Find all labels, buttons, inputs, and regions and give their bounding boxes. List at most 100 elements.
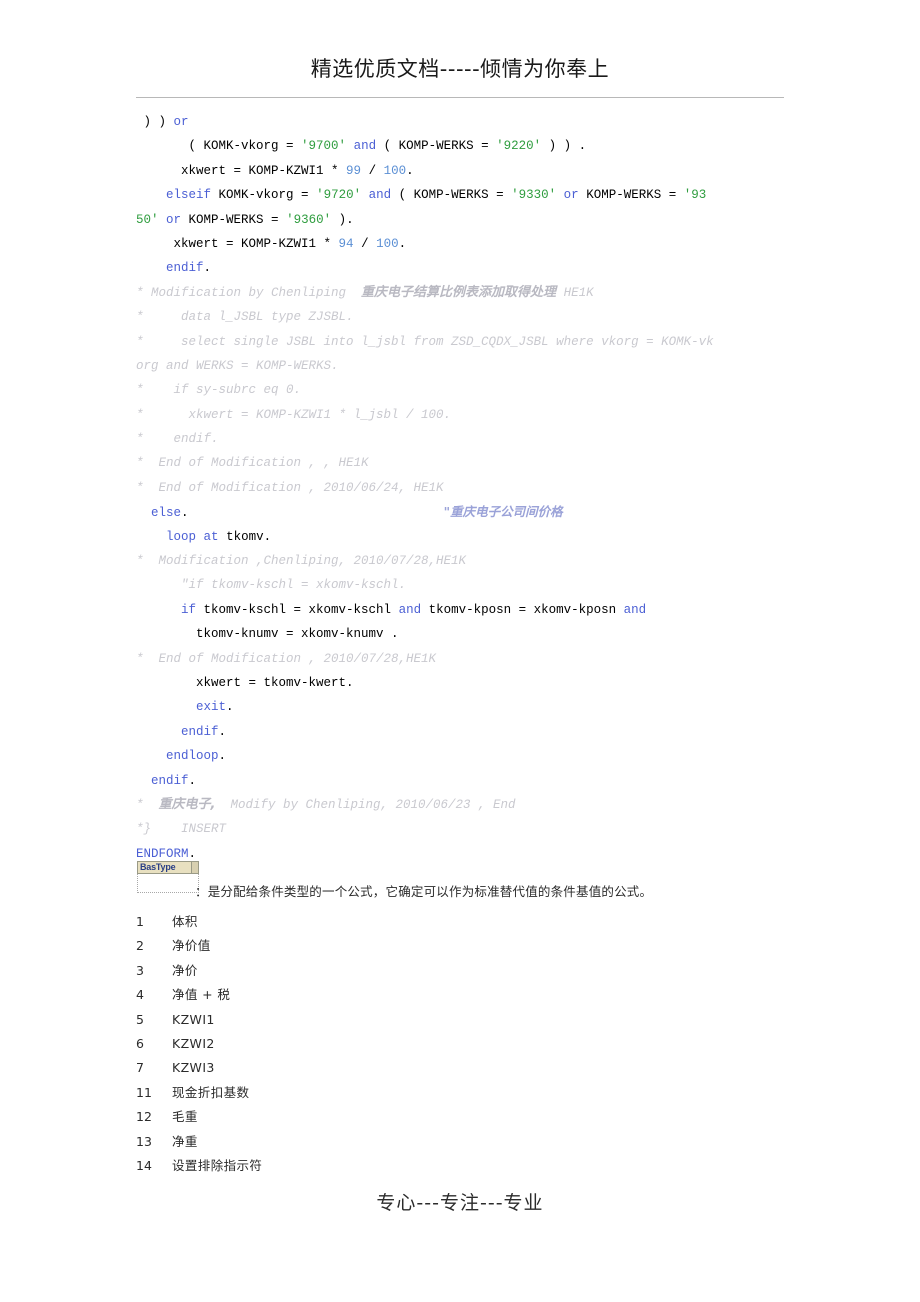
- list-item-number: 6: [136, 1035, 144, 1051]
- sap-input-cell[interactable]: [137, 874, 199, 893]
- list-item: 3 净价: [136, 959, 776, 983]
- code-token-cmt: * endif.: [136, 432, 219, 447]
- code-block: ) ) or ( KOMK-vkorg = '9700' and ( KOMP-…: [136, 110, 796, 866]
- footer-text: 专心---专注---专业: [376, 1192, 544, 1214]
- code-line: * endif.: [136, 427, 796, 451]
- code-token-plain: ) ) .: [541, 139, 587, 154]
- code-token-cmt: *: [136, 797, 159, 812]
- list-item-label: 净价: [172, 962, 198, 978]
- code-token-lit: '9360': [286, 212, 332, 227]
- code-line: * End of Modification , , HE1K: [136, 451, 796, 475]
- code-token-cmtcn: 重庆电子结算比例表添加取得处理: [361, 284, 557, 300]
- code-token-cmt: * End of Modification , , HE1K: [136, 456, 369, 471]
- code-token-plain: /: [361, 163, 384, 178]
- code-token-cmt: * End of Modification , 2010/06/24, HE1K: [136, 480, 444, 495]
- list-item-number: 5: [136, 1011, 144, 1027]
- code-token-lit: '93: [683, 188, 707, 203]
- list-item-number: 13: [136, 1133, 152, 1149]
- code-token-plain: xkwert = KOMP-KZWI1 *: [136, 163, 347, 178]
- code-line: "if tkomv-kschl = xkomv-kschl.: [136, 573, 796, 597]
- code-line: if tkomv-kschl = xkomv-kschl and tkomv-k…: [136, 598, 796, 622]
- code-token-lit: '9330': [511, 188, 557, 203]
- code-token-kw: and: [623, 602, 647, 617]
- code-token-plain: xkwert = tkomv-kwert.: [136, 675, 354, 690]
- code-line: * End of Modification , 2010/07/28,HE1K: [136, 647, 796, 671]
- code-token-num: 94: [338, 236, 354, 251]
- code-token-kw: and: [368, 188, 392, 203]
- code-token-plain: KOMP-WERKS =: [181, 212, 287, 227]
- column-resize-grip-icon[interactable]: [191, 862, 198, 873]
- code-token-plain: .: [406, 163, 414, 178]
- code-token-kw: endif: [151, 773, 189, 788]
- code-token-cmt: org and WERKS = KOMP-WERKS.: [136, 358, 339, 373]
- basis-type-list: 1 体积 2 净价值 3 净价 4 净值 + 税 5 KZWI1 6 KZWI2 7 KZWI3 11 现金折…: [136, 910, 776, 1178]
- field-description: ：是分配给条件类型的一个公式，它确定可以作为标准替代值的条件基值的公式。: [195, 884, 653, 899]
- code-token-kw: loop: [166, 529, 197, 544]
- header-title: 精选优质文档-----倾情为你奉上: [310, 57, 610, 81]
- code-line: * Modification by Chenliping 重庆电子结算比例表添加…: [136, 281, 796, 305]
- list-item: 6 KZWI2: [136, 1032, 776, 1056]
- code-token-kw: or: [563, 188, 579, 203]
- page-footer: 专心---专注---专业: [0, 1188, 920, 1215]
- code-line: * select single JSBL into l_jsbl from ZS…: [136, 330, 796, 354]
- code-token-kw: endloop: [166, 749, 219, 764]
- list-item-number: 7: [136, 1060, 144, 1076]
- list-item-number: 1: [136, 914, 144, 929]
- list-item-label: 体积: [172, 914, 198, 929]
- code-line: xkwert = KOMP-KZWI1 * 99 / 100.: [136, 159, 796, 183]
- code-token-plain: .: [188, 846, 197, 861]
- list-item-label: KZWI3: [172, 1060, 215, 1076]
- sap-column-header[interactable]: BasType: [137, 861, 199, 874]
- code-token-cmt: * data l_JSBL type ZJSBL.: [136, 310, 354, 325]
- code-token-kw: elseif: [166, 188, 212, 203]
- code-line: tkomv-knumv = xkomv-knumv .: [136, 622, 796, 646]
- list-item: 11 现金折扣基数: [136, 1081, 776, 1105]
- code-token-plain: tkomv-kposn = xkomv-kposn: [421, 602, 624, 617]
- list-item: 13 净重: [136, 1130, 776, 1154]
- list-item: 5 KZWI1: [136, 1008, 776, 1032]
- code-token-num: 99: [346, 163, 362, 178]
- list-item-number: 4: [136, 987, 144, 1003]
- document-page: 精选优质文档-----倾情为你奉上 ) ) or ( KOMK-vkorg = …: [0, 0, 920, 1302]
- code-token-plain: .: [398, 236, 407, 251]
- code-token-kw: and: [398, 602, 422, 617]
- code-token-kw: else: [151, 506, 182, 521]
- code-token-kw: if: [181, 602, 197, 617]
- code-token-cmt: HE1K: [556, 285, 594, 300]
- list-item-number: 11: [136, 1084, 152, 1100]
- code-line: ) ) or: [136, 110, 796, 134]
- list-item-label: KZWI1: [172, 1011, 215, 1027]
- code-line: loop at tkomv.: [136, 525, 796, 549]
- code-token-plain: ( KOMK-vkorg =: [136, 139, 302, 154]
- code-token-plain: KOMK-vkorg =: [211, 188, 317, 203]
- code-token-plain: KOMP-WERKS =: [578, 188, 684, 203]
- code-token-endform: ENDFORM: [136, 846, 189, 861]
- code-token-cmt: * End of Modification , 2010/07/28,HE1K: [136, 651, 437, 666]
- code-token-kw: exit: [196, 700, 227, 715]
- list-item: 1 体积: [136, 910, 776, 934]
- code-token-plain: ( KOMP-WERKS =: [391, 188, 512, 203]
- list-item: 7 KZWI3: [136, 1056, 776, 1080]
- list-item-label: 现金折扣基数: [172, 1084, 250, 1100]
- code-token-plain: .: [226, 700, 234, 715]
- code-line: else. "重庆电子公司间价格: [136, 500, 796, 524]
- code-line: * if sy-subrc eq 0.: [136, 378, 796, 402]
- code-token-lit: 50': [136, 212, 159, 227]
- code-token-kw: or: [173, 115, 189, 129]
- code-token-cmt: * select single JSBL into l_jsbl from ZS…: [136, 334, 714, 349]
- code-line: elseif KOMK-vkorg = '9720' and ( KOMP-WE…: [136, 183, 796, 207]
- list-item-label: 净重: [172, 1133, 198, 1149]
- code-token-plain: tkomv-knumv = xkomv-knumv .: [136, 627, 399, 642]
- code-token-kw: or: [166, 212, 182, 227]
- code-token-kw: at: [203, 529, 219, 544]
- list-item-label: KZWI2: [172, 1035, 215, 1051]
